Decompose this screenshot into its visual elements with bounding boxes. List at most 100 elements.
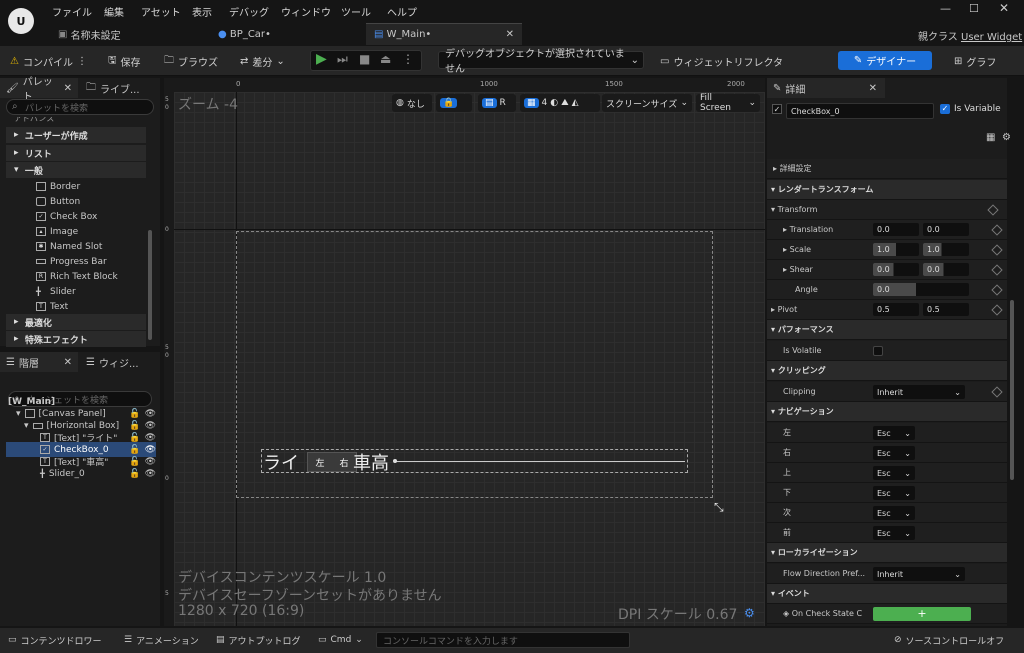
nav-down-dropdown[interactable]: Esc ⌄ <box>873 486 915 500</box>
visibility-eye-icon[interactable]: 👁 <box>145 469 156 479</box>
palette-item-button[interactable]: Button <box>36 194 80 209</box>
clipping-dropdown[interactable]: Inherit ⌄ <box>873 385 965 399</box>
parent-class-link[interactable]: User Widget <box>961 32 1022 43</box>
is-volatile-checkbox[interactable] <box>873 346 883 356</box>
menu-file[interactable]: ファイル <box>52 4 92 19</box>
menu-help[interactable]: ヘルプ <box>387 4 417 19</box>
save-button[interactable]: 🖫 保存 <box>108 52 141 70</box>
tab-widgets[interactable]: ☰ ウィジ... <box>80 352 160 372</box>
keyframe-icon[interactable] <box>991 284 1003 296</box>
row-nav-next[interactable]: 次 Esc ⌄ <box>767 503 1007 523</box>
add-event-button[interactable]: + <box>873 607 971 621</box>
row-nav-left[interactable]: 左 Esc ⌄ <box>767 423 1007 443</box>
pivot-x-input[interactable]: 0.5 <box>873 303 919 316</box>
dpi-settings-gear-icon[interactable]: ⚙ <box>744 606 755 620</box>
content-drawer-button[interactable]: ▭ コンテンツドロワー <box>8 632 102 648</box>
section-navigation[interactable]: ▾ ナビゲーション <box>767 402 1007 422</box>
row-flow-direction[interactable]: Flow Direction Pref... Inherit ⌄ <box>767 564 1007 584</box>
tree-item-slider-0[interactable]: ╋ Slider_0 🔓 👁 <box>40 466 156 481</box>
close-window-icon[interactable]: ✕ <box>999 1 1009 15</box>
scale-y-input[interactable]: 1.0 <box>923 243 969 256</box>
visibility-eye-icon[interactable]: 👁 <box>145 457 156 467</box>
row-transform[interactable]: ▾ Transform <box>767 200 1007 220</box>
section-clipping[interactable]: ▾ クリッピング <box>767 361 1007 381</box>
visibility-eye-icon[interactable]: 👁 <box>145 445 156 455</box>
diff-button[interactable]: ⇄ 差分 ⌄ <box>240 52 285 70</box>
nav-prev-dropdown[interactable]: Esc ⌄ <box>873 526 915 540</box>
keyframe-icon[interactable] <box>987 203 999 216</box>
row-translation[interactable]: ▸ Translation 0.0 0.0 <box>767 220 1007 240</box>
widget-reflector-button[interactable]: ▭ ウィジェットリフレクタ <box>660 52 783 70</box>
lock-icon[interactable]: 🔓 <box>129 421 140 431</box>
tab-untitled[interactable]: ▣ 名称未設定 <box>50 23 200 45</box>
visibility-eye-icon[interactable]: 👁 <box>145 409 156 419</box>
details-advanced-row[interactable]: ▸ 詳細設定 <box>767 159 1007 179</box>
section-localization[interactable]: ▾ ローカライゼーション <box>767 543 1007 563</box>
palette-category-list[interactable]: ▸ リスト <box>6 145 146 161</box>
row-scale[interactable]: ▸ Scale 1.0 1.0 <box>767 240 1007 260</box>
stop-icon[interactable]: ■ <box>359 52 370 66</box>
menu-tools[interactable]: ツール <box>341 4 371 19</box>
lock-icon[interactable]: 🔓 <box>129 409 140 419</box>
table-view-icon[interactable]: ▦ <box>986 132 995 143</box>
row-shear[interactable]: ▸ Shear 0.0 0.0 <box>767 260 1007 280</box>
translation-x-input[interactable]: 0.0 <box>873 223 919 236</box>
animation-button[interactable]: ☰ アニメーション <box>124 632 199 648</box>
lock-icon[interactable]: 🔓 <box>129 469 140 479</box>
tab-palette[interactable]: 🖌 パレット ✕ <box>0 77 78 103</box>
play-icon[interactable]: ▶ <box>316 51 327 67</box>
nav-up-dropdown[interactable]: Esc ⌄ <box>873 466 915 480</box>
graph-button[interactable]: ⊞ グラフ <box>954 52 996 70</box>
cmd-dropdown[interactable]: ▭ Cmd ⌄ <box>318 632 363 648</box>
keyframe-icon[interactable] <box>991 304 1003 316</box>
respect-locks-button[interactable]: 🔒 <box>436 94 472 112</box>
tab-details[interactable]: ✎ 詳細 ✕ <box>767 78 885 98</box>
palette-item-rich-text-block[interactable]: R Rich Text Block <box>36 269 118 284</box>
debug-object-select[interactable]: デバッグオブジェクトが選択されていません ⌄ <box>438 49 644 75</box>
palette-category-special-effects[interactable]: ▸ 特殊エフェクト <box>6 331 146 347</box>
palette-item-progress-bar[interactable]: Progress Bar <box>36 254 107 269</box>
close-icon[interactable]: ✕ <box>869 83 877 94</box>
minimize-icon[interactable]: — <box>940 2 951 15</box>
palette-category-optimization[interactable]: ▸ 最適化 <box>6 314 146 330</box>
menu-view[interactable]: 表示 <box>192 4 212 19</box>
palette-item-named-slot[interactable]: ✱ Named Slot <box>36 239 102 254</box>
pivot-y-input[interactable]: 0.5 <box>923 303 969 316</box>
lock-icon[interactable]: 🔓 <box>129 457 140 467</box>
translation-y-input[interactable]: 0.0 <box>923 223 969 236</box>
scale-x-input[interactable]: 1.0 <box>873 243 919 256</box>
palette-item-checkbox[interactable]: ✓ Check Box <box>36 209 97 224</box>
widget-name-input[interactable]: CheckBox_0 <box>786 103 934 119</box>
menu-debug[interactable]: デバッグ <box>229 4 269 19</box>
console-input[interactable]: コンソールコマンドを入力します <box>376 632 630 648</box>
row-on-check-state[interactable]: ◈ On Check State C + <box>767 604 1007 624</box>
keyframe-icon[interactable] <box>991 244 1003 256</box>
lock-icon[interactable]: 🔓 <box>129 433 140 443</box>
palette-item-text[interactable]: T Text <box>36 299 68 314</box>
nav-right-dropdown[interactable]: Esc ⌄ <box>873 446 915 460</box>
section-render-transform[interactable]: ▾ レンダートランスフォーム <box>767 180 1007 200</box>
designer-button[interactable]: ✎ デザイナー <box>838 51 932 70</box>
palette-item-image[interactable]: ▴ Image <box>36 224 78 239</box>
fill-screen-dropdown[interactable]: Fill Screen ⌄ <box>696 93 760 113</box>
section-performance[interactable]: ▾ パフォーマンス <box>767 320 1007 340</box>
row-clipping[interactable]: Clipping Inherit ⌄ <box>767 382 1007 402</box>
is-variable-checkbox[interactable]: ✓ <box>940 104 950 114</box>
source-control-button[interactable]: ⊘ ソースコントロールオフ <box>894 632 1004 648</box>
localization-preview-button[interactable]: ◍ なし <box>392 94 432 112</box>
shear-y-input[interactable]: 0.0 <box>923 263 969 276</box>
preview-text-light[interactable]: ライ <box>263 449 299 475</box>
palette-scrollbar[interactable] <box>148 230 152 340</box>
menu-edit[interactable]: 編集 <box>104 4 124 19</box>
palette-item-slider[interactable]: ╋ Slider <box>36 284 76 299</box>
keyframe-icon[interactable] <box>991 264 1003 276</box>
details-scrollbar[interactable] <box>1010 300 1014 480</box>
grid-snap-button[interactable]: ▦ 4 ◐ ⛰ ◭ <box>520 94 600 112</box>
angle-input[interactable]: 0.0 <box>873 283 969 296</box>
maximize-icon[interactable]: ☐ <box>969 2 979 15</box>
settings-gear-icon[interactable]: ⚙ <box>1002 132 1011 143</box>
preview-slider-track[interactable] <box>395 461 685 462</box>
browse-button[interactable]: 🗀 ブラウズ <box>164 52 218 70</box>
responsive-button[interactable]: ▤ R <box>478 94 516 112</box>
row-is-volatile[interactable]: Is Volatile <box>767 341 1007 361</box>
